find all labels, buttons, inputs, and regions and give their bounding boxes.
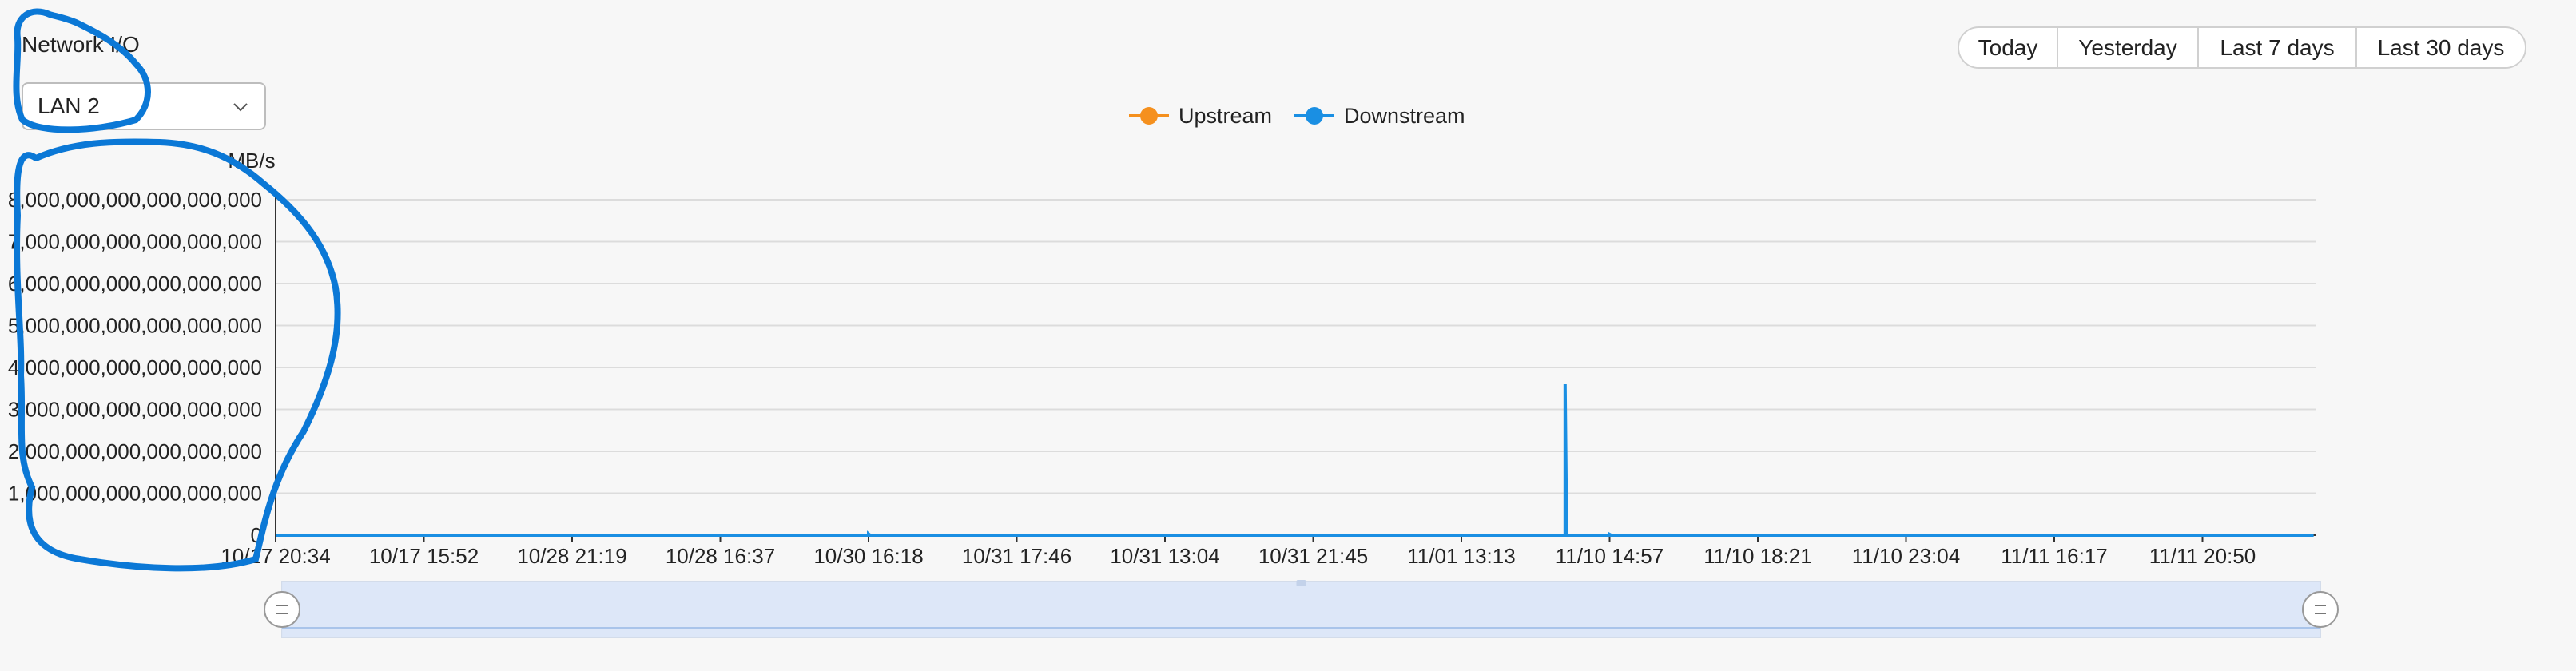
x-tick-label: 11/10 23:04 [1852, 544, 1960, 568]
network-io-chart: 01,000,000,000,000,000,0002,000,000,000,… [8, 104, 2339, 638]
series-line-downstream [276, 383, 2314, 537]
legend-label: Upstream [1179, 104, 1272, 128]
y-tick-label: 1,000,000,000,000,000,000 [8, 482, 262, 506]
y-tick-label: 4,000,000,000,000,000,000 [8, 355, 262, 379]
x-tick-label: 11/10 18:21 [1703, 544, 1811, 568]
x-tick-label: 10/31 17:46 [962, 544, 1071, 568]
network-io-panel: Network I/O LAN 2 Today Yesterday Last 7… [0, 0, 2576, 671]
y-tick-label: 2,000,000,000,000,000,000 [8, 439, 262, 463]
x-tick-label: 11/11 20:50 [2149, 544, 2256, 568]
legend-label: Downstream [1344, 104, 1465, 128]
zoom-handle-start[interactable] [264, 591, 300, 628]
legend-marker [1140, 107, 1158, 125]
y-axis-unit-label: MB/s [228, 149, 275, 173]
x-tick-label: 10/31 13:04 [1110, 544, 1219, 568]
zoom-handle-end[interactable] [2302, 591, 2339, 628]
x-tick-label: 11/01 13:13 [1407, 544, 1515, 568]
y-tick-label: 5,000,000,000,000,000,000 [8, 314, 262, 338]
x-tick-label: 10/17 20:34 [221, 544, 330, 568]
zoom-slider-drag-grip [1296, 580, 1306, 586]
x-tick-label: 10/31 21:45 [1258, 544, 1368, 568]
x-tick-label: 10/17 15:52 [369, 544, 479, 568]
x-tick-label: 11/10 14:57 [1556, 544, 1664, 568]
x-tick-label: 10/28 21:19 [517, 544, 626, 568]
y-tick-label: 7,000,000,000,000,000,000 [8, 230, 262, 254]
y-tick-label: 3,000,000,000,000,000,000 [8, 398, 262, 422]
x-tick-label: 10/30 16:18 [813, 544, 923, 568]
zoom-slider-window [282, 582, 2320, 637]
legend-marker [1306, 107, 1323, 125]
y-tick-label: 8,000,000,000,000,000,000 [8, 188, 262, 212]
x-tick-label: 10/28 16:37 [666, 544, 775, 568]
x-tick-label: 11/11 16:17 [2001, 544, 2108, 568]
y-tick-label: 6,000,000,000,000,000,000 [8, 272, 262, 296]
